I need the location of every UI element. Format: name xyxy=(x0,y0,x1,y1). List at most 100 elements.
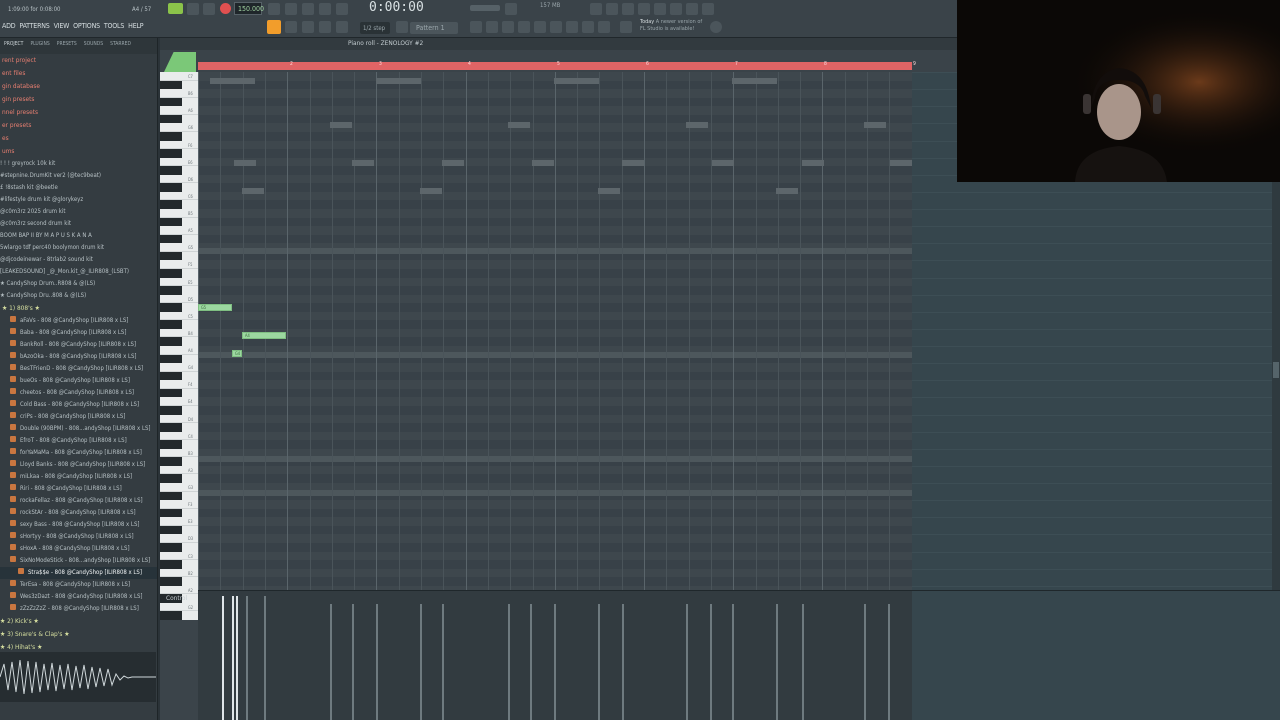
wait-icon[interactable] xyxy=(285,3,297,15)
control-label[interactable]: Control xyxy=(166,594,187,602)
sample-item[interactable]: sHortyy - 808 @CandyShop [ILIR808 x LS] xyxy=(0,531,157,543)
kit-item[interactable]: BOOM BAP II BY M A P U S K A N A xyxy=(0,230,157,242)
velocity-bar[interactable] xyxy=(376,604,378,720)
piano-key[interactable] xyxy=(160,234,182,244)
menu-patterns[interactable]: PATTERNS xyxy=(19,22,49,34)
tab-starred[interactable]: STARRED xyxy=(110,41,131,51)
midi-note[interactable]: G4 xyxy=(232,350,242,357)
sample-item[interactable]: rockaFellaz - 808 @CandyShop [ILIR808 x … xyxy=(0,495,157,507)
piano-key[interactable] xyxy=(160,337,182,346)
candy-folder-item[interactable]: ★ CandyShop Drum..R808 & @(LS) xyxy=(0,278,157,290)
piano-key[interactable] xyxy=(160,474,182,483)
piano-key[interactable] xyxy=(160,525,182,535)
sample-item[interactable]: Lloyd Banks - 808 @CandyShop [ILIR808 x … xyxy=(0,459,157,471)
browser-icon[interactable] xyxy=(670,3,682,15)
sample-item[interactable]: rockStAr - 808 @CandyShop [ILIR808 x LS] xyxy=(0,507,157,519)
sample-item[interactable]: Stra$$e - 808 @CandyShop [ILIR808 x LS] xyxy=(0,567,157,579)
tab-project[interactable]: PROJECT xyxy=(4,41,23,51)
sample-item[interactable]: Wes3zDazt - 808 @CandyShop [ILIR808 x LS… xyxy=(0,591,157,603)
kit-item[interactable]: ! ! ! greyrock 10k kit xyxy=(0,158,157,170)
tool-delete-icon[interactable] xyxy=(319,21,331,33)
piano-key[interactable] xyxy=(160,149,182,158)
pattern-prev-icon[interactable] xyxy=(396,21,408,33)
sample-item[interactable]: forYaMaMa - 808 @CandyShop [ILIR808 x LS… xyxy=(0,447,157,459)
velocity-lane-empty[interactable] xyxy=(912,590,1280,720)
sample-item[interactable]: BesTFrienD - 808 @CandyShop [ILIR808 x L… xyxy=(0,363,157,375)
velocity-bar[interactable] xyxy=(222,596,224,720)
kit-item[interactable]: 5wlargo tdf perc40 boolymon drum kit xyxy=(0,242,157,254)
pattern-song-toggle[interactable] xyxy=(168,3,183,14)
browser-item-recent-files[interactable]: ent files xyxy=(0,67,157,80)
piano-key[interactable] xyxy=(160,166,182,175)
stop-icon[interactable] xyxy=(203,3,215,15)
tool-draw-icon[interactable] xyxy=(285,21,297,33)
countdown-icon[interactable] xyxy=(302,3,314,15)
download-icon[interactable] xyxy=(702,3,714,15)
master-pitch-knob[interactable] xyxy=(505,3,517,15)
candy-folder-item[interactable]: ★ CandyShop Dru..808 & @(LS) xyxy=(0,290,157,302)
loop-record-icon[interactable] xyxy=(319,3,331,15)
view-channel-icon[interactable] xyxy=(486,21,498,33)
piano-key[interactable] xyxy=(160,97,182,107)
tempo-tap-icon[interactable] xyxy=(590,3,602,15)
timeline[interactable] xyxy=(198,62,912,70)
piano-keys[interactable]: C7 B6 A6 G6 F6 E6 D6 C6 B5 A5 G5 F5 E5 D5 C5 B4 A4 G4 F4 E4… xyxy=(160,72,198,620)
tool-paint-icon[interactable] xyxy=(302,21,314,33)
velocity-bar[interactable] xyxy=(864,604,866,720)
velocity-bar[interactable] xyxy=(236,596,238,720)
velocity-bar[interactable] xyxy=(264,596,266,720)
sample-item[interactable]: Riri - 808 @CandyShop [ILIR808 x LS] xyxy=(0,483,157,495)
sample-item[interactable]: Double (90BPM) - 808...andyShop [ILIR808… xyxy=(0,423,157,435)
tab-presets[interactable]: PRESETS xyxy=(57,41,77,51)
folder-808s[interactable]: ★ 1) 808's ★ xyxy=(0,302,157,315)
menu-options[interactable]: OPTIONS xyxy=(73,22,100,34)
sample-item[interactable]: SixNoModeStick - 808...andyShop [ILIR808… xyxy=(0,555,157,567)
sample-waveform-preview[interactable] xyxy=(0,652,156,702)
velocity-bar[interactable] xyxy=(554,604,556,720)
midi-note[interactable]: A4 xyxy=(242,332,286,339)
tab-sounds[interactable]: SOUNDS xyxy=(84,41,103,51)
view-touch-icon[interactable] xyxy=(566,21,578,33)
velocity-bar[interactable] xyxy=(622,604,624,720)
piano-key[interactable] xyxy=(160,354,182,364)
pattern-selector[interactable]: Pattern 1 xyxy=(410,22,458,34)
master-volume-slider[interactable] xyxy=(470,5,500,11)
scroll-thumb[interactable] xyxy=(1273,362,1279,378)
view-plugin-icon[interactable] xyxy=(550,21,562,33)
piano-key[interactable] xyxy=(160,577,182,586)
news-icon[interactable] xyxy=(620,21,632,33)
blend-icon[interactable] xyxy=(336,3,348,15)
menu-view[interactable]: VIEW xyxy=(54,22,70,34)
settings-icon[interactable] xyxy=(710,21,722,33)
sample-item[interactable]: EfroT - 808 @CandyShop [ILIR808 x LS] xyxy=(0,435,157,447)
sample-item[interactable]: sHoxA - 808 @CandyShop [ILIR808 x LS] xyxy=(0,543,157,555)
sample-item[interactable]: TerEsa - 808 @CandyShop [ILIR808 x LS] xyxy=(0,579,157,591)
tab-plugins[interactable]: PLUGINS xyxy=(30,41,49,51)
channel-rack-icon[interactable] xyxy=(622,3,634,15)
browser-section-drums[interactable]: ums xyxy=(0,145,157,158)
velocity-bar[interactable] xyxy=(352,604,354,720)
folder-snares[interactable]: ★ 3) Snare's & Clap's ★ xyxy=(0,628,157,641)
kit-item[interactable]: #stepnine.DrumKit ver2 (@tec9beat) xyxy=(0,170,157,182)
kit-item[interactable]: #lifestyle drum kit @glorykeyz xyxy=(0,194,157,206)
piano-key[interactable] xyxy=(160,286,182,295)
play-icon[interactable] xyxy=(187,3,199,15)
piano-key[interactable] xyxy=(160,542,182,552)
browser-item-scores[interactable]: es xyxy=(0,132,157,145)
velocity-bar[interactable] xyxy=(686,604,688,720)
midi-note[interactable]: G5 xyxy=(198,304,232,311)
record-icon[interactable] xyxy=(220,3,231,14)
news-panel[interactable]: Today A newer version of FL Studio is av… xyxy=(640,19,702,33)
velocity-bar[interactable] xyxy=(598,604,600,720)
piano-key[interactable] xyxy=(160,217,182,227)
browser-item-plugin-presets[interactable]: gin presets xyxy=(0,93,157,106)
view-piano-icon[interactable] xyxy=(502,21,514,33)
sample-item[interactable]: zZzZzZzZ - 808 @CandyShop [ILIR808 x LS] xyxy=(0,603,157,615)
velocity-bar[interactable] xyxy=(710,604,712,720)
sample-item[interactable]: criPs - 808 @CandyShop [ILIR808 x LS] xyxy=(0,411,157,423)
kit-item[interactable]: @c0m3rz second drum kit xyxy=(0,218,157,230)
sample-item[interactable]: bueOs - 808 @CandyShop [ILIR808 x LS] xyxy=(0,375,157,387)
piano-key[interactable] xyxy=(160,251,182,261)
piano-key[interactable] xyxy=(160,183,182,192)
piano-key[interactable] xyxy=(160,611,182,620)
